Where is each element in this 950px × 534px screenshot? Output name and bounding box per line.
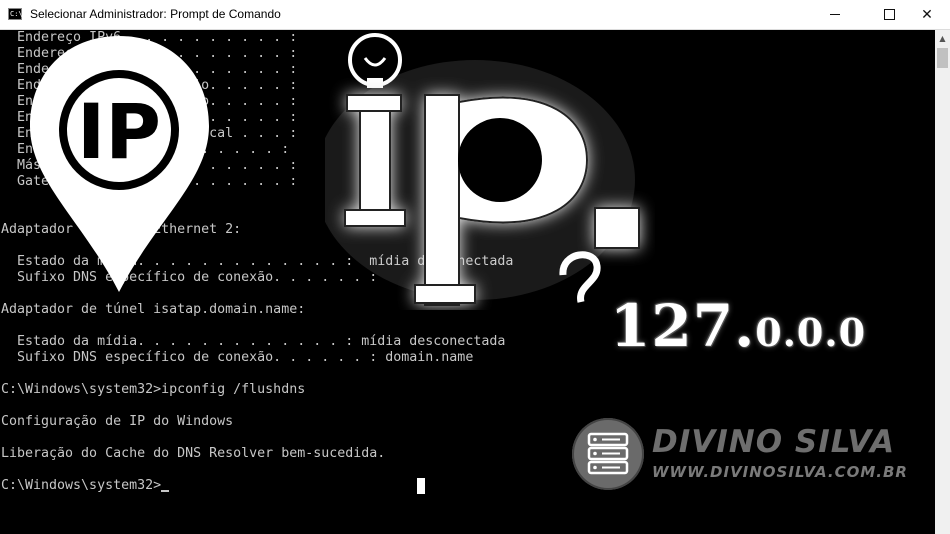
vertical-scrollbar[interactable]: ▲: [935, 30, 950, 534]
ip-address-art: 127.0.0.0: [610, 292, 866, 360]
brand-logo: [572, 418, 644, 490]
app-icon-label: C:\: [10, 10, 23, 18]
mouse-text-caret: [417, 478, 425, 494]
server-icon: [587, 432, 629, 475]
scroll-thumb[interactable]: [937, 48, 948, 68]
brand-name: DIVINO SILVA: [652, 424, 896, 460]
minimize-icon: [830, 14, 840, 15]
brand-url: WWW.DIVINOSILVA.COM.BR: [652, 463, 908, 481]
scroll-up-arrow-icon[interactable]: ▲: [935, 30, 950, 47]
title-bar[interactable]: C:\ Selecionar Administrador: Prompt de …: [0, 0, 950, 30]
ip-number-main: 127.: [610, 292, 756, 360]
text-cursor: [161, 490, 169, 492]
minimize-button[interactable]: [812, 0, 858, 29]
maximize-icon: [883, 9, 895, 20]
console-text[interactable]: Endereço IPv6 . . . . . . . . . . : Ende…: [1, 30, 513, 494]
close-button[interactable]: ✕: [904, 0, 950, 29]
close-icon: ✕: [921, 6, 933, 23]
command-prompt-icon[interactable]: C:\: [8, 8, 23, 20]
ip-number-tail: 0.0.0: [755, 310, 867, 355]
window-title: Selecionar Administrador: Prompt de Coma…: [30, 7, 281, 21]
